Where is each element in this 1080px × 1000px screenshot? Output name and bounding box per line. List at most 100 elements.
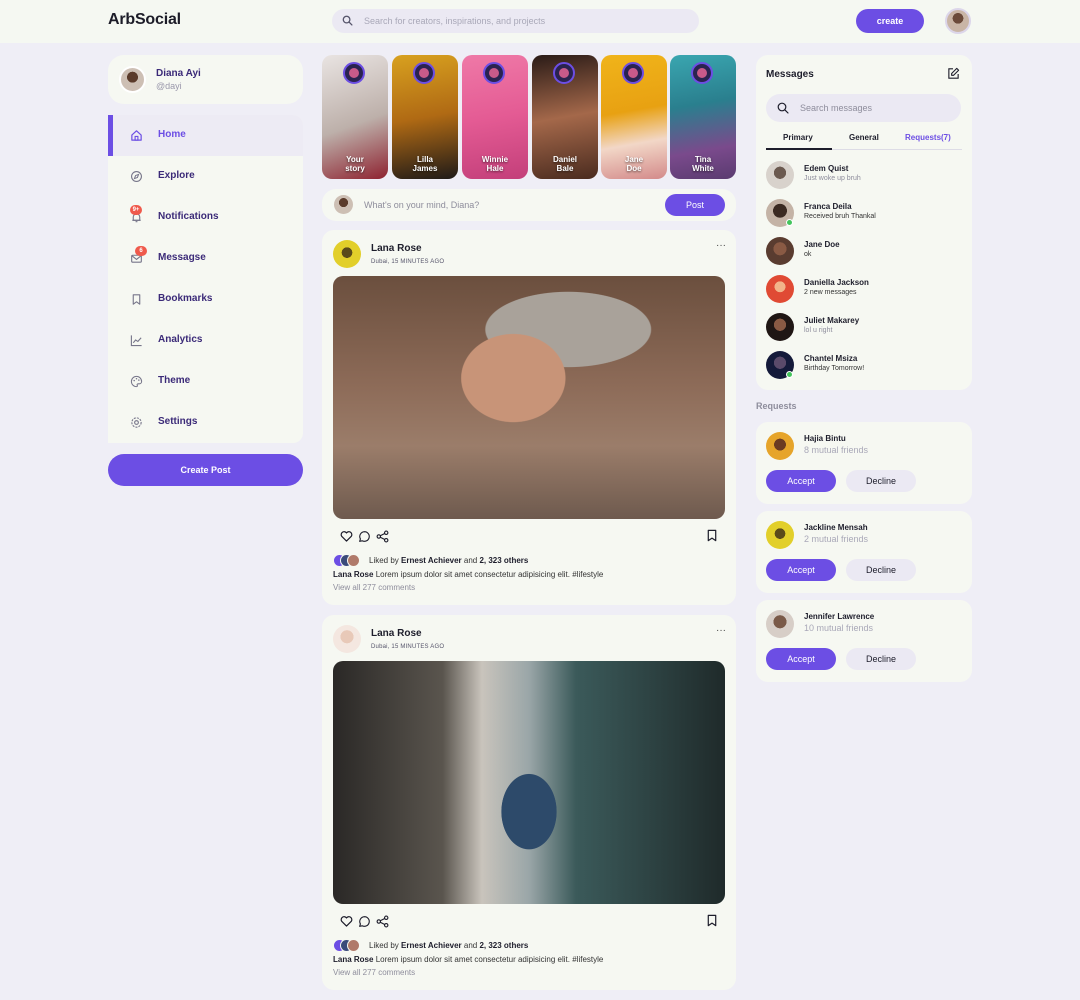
- message-search-input[interactable]: [800, 100, 950, 116]
- story-card[interactable]: Lilla James: [392, 55, 458, 179]
- request-avatar[interactable]: [766, 610, 794, 638]
- sidebar-item-label: Messagse: [158, 252, 206, 263]
- sidebar-item-label: Settings: [158, 416, 198, 427]
- story-card[interactable]: Winnie Hale: [462, 55, 528, 179]
- user-avatar[interactable]: [945, 8, 971, 34]
- edit-icon[interactable]: [947, 67, 960, 80]
- feed-post: Lana Rose Dubai, 15 MINUTES AGO ··· Like…: [322, 615, 736, 990]
- more-options-icon[interactable]: ···: [716, 625, 726, 636]
- notification-badge: 9+: [130, 205, 142, 215]
- sidebar-item-notifications[interactable]: 9+ Notifications: [108, 197, 303, 238]
- app-logo[interactable]: ArbSocial: [108, 11, 181, 29]
- active-tab-indicator: [766, 148, 832, 150]
- tab-general[interactable]: General: [849, 133, 879, 142]
- message-preview: 2 new messages: [804, 289, 857, 296]
- accept-button[interactable]: Accept: [766, 470, 836, 492]
- post-location: Dubai, 15 MINUTES AGO: [371, 259, 445, 265]
- decline-button[interactable]: Decline: [846, 470, 916, 492]
- tab-primary[interactable]: Primary: [783, 133, 813, 142]
- message-avatar: [766, 161, 794, 189]
- liked-by-name[interactable]: Ernest Achiever: [401, 556, 462, 565]
- message-item[interactable]: Daniella Jackson 2 new messages: [766, 275, 962, 305]
- post-photo[interactable]: [333, 276, 725, 519]
- share-icon[interactable]: [376, 530, 389, 543]
- request-avatar[interactable]: [766, 432, 794, 460]
- story-name: Your story: [345, 155, 365, 173]
- profile-card[interactable]: Diana Ayi @dayi: [108, 55, 303, 104]
- decline-button[interactable]: Decline: [846, 648, 916, 670]
- message-item[interactable]: Jane Doe ok: [766, 237, 962, 267]
- post-author-avatar[interactable]: [333, 240, 361, 268]
- post-photo[interactable]: [333, 661, 725, 904]
- post-author-name[interactable]: Lana Rose: [371, 628, 422, 639]
- message-item[interactable]: Franca Deila Received bruh Thankal: [766, 199, 962, 229]
- sidebar-item-explore[interactable]: Explore: [108, 156, 303, 197]
- post-author-avatar[interactable]: [333, 625, 361, 653]
- request-name[interactable]: Hajia Bintu: [804, 434, 846, 443]
- liker-avatars: [333, 939, 363, 953]
- liked-by-text: Liked by Ernest Achiever and 2, 323 othe…: [369, 941, 529, 950]
- message-preview: Birthday Tomorrow!: [804, 365, 865, 372]
- create-button[interactable]: create: [856, 9, 924, 33]
- accept-button[interactable]: Accept: [766, 648, 836, 670]
- message-avatar: [766, 237, 794, 265]
- composer-input[interactable]: [364, 197, 654, 213]
- liked-others[interactable]: 2, 323 others: [479, 941, 528, 950]
- post-button[interactable]: Post: [665, 194, 725, 216]
- search-icon: [342, 15, 353, 26]
- story-card[interactable]: Jane Doe: [601, 55, 667, 179]
- like-icon[interactable]: [340, 915, 353, 927]
- sidebar-item-label: Analytics: [158, 334, 203, 345]
- like-icon[interactable]: [340, 530, 353, 542]
- view-comments-link[interactable]: View all 277 comments: [333, 583, 415, 592]
- comment-icon[interactable]: [358, 530, 371, 543]
- message-item[interactable]: Chantel Msiza Birthday Tomorrow!: [766, 351, 962, 381]
- online-indicator: [786, 219, 793, 226]
- bookmark-icon[interactable]: [706, 914, 718, 927]
- profile-handle: @dayi: [156, 81, 182, 91]
- liked-others[interactable]: 2, 323 others: [479, 556, 528, 565]
- story-card[interactable]: Daniel Bale: [532, 55, 598, 179]
- message-badge: 6: [135, 246, 147, 256]
- message-sender: Franca Deila: [804, 202, 852, 211]
- decline-button[interactable]: Decline: [846, 559, 916, 581]
- sidebar-item-messages[interactable]: 6 Messagse: [108, 238, 303, 279]
- request-name[interactable]: Jackline Mensah: [804, 523, 868, 532]
- sidebar-item-bookmarks[interactable]: Bookmarks: [108, 279, 303, 320]
- search-input[interactable]: [364, 12, 684, 30]
- bookmark-icon: [132, 294, 141, 305]
- message-item[interactable]: Juliet Makarey lol u right: [766, 313, 962, 343]
- liked-by-name[interactable]: Ernest Achiever: [401, 941, 462, 950]
- share-icon[interactable]: [376, 915, 389, 928]
- message-search[interactable]: [766, 94, 961, 122]
- profile-name: Diana Ayi: [156, 68, 201, 79]
- message-item[interactable]: Edem Quist Just woke up bruh: [766, 161, 962, 191]
- message-sender: Edem Quist: [804, 164, 849, 173]
- sidebar-item-analytics[interactable]: Analytics: [108, 320, 303, 361]
- mutual-friends: 2 mutual friends: [804, 534, 869, 544]
- sidebar-item-theme[interactable]: Theme: [108, 361, 303, 402]
- message-avatar: [766, 313, 794, 341]
- accept-button[interactable]: Accept: [766, 559, 836, 581]
- view-comments-link[interactable]: View all 277 comments: [333, 968, 415, 977]
- message-sender: Juliet Makarey: [804, 316, 860, 325]
- request-avatar[interactable]: [766, 521, 794, 549]
- request-name[interactable]: Jennifer Lawrence: [804, 612, 874, 621]
- story-avatar: [691, 62, 713, 84]
- tab-requests[interactable]: Requests(7): [905, 133, 951, 142]
- home-icon: [131, 130, 142, 141]
- global-search[interactable]: [332, 9, 699, 33]
- top-bar: ArbSocial create: [0, 0, 1080, 43]
- story-card[interactable]: Tina White: [670, 55, 736, 179]
- post-author-name[interactable]: Lana Rose: [371, 243, 422, 254]
- sidebar: Home Explore 9+ Notifications 6 Messagse…: [108, 115, 303, 443]
- requests-title: Requests: [756, 401, 797, 411]
- story-avatar: [622, 62, 644, 84]
- bookmark-icon[interactable]: [706, 529, 718, 542]
- sidebar-item-home[interactable]: Home: [108, 115, 303, 156]
- more-options-icon[interactable]: ···: [716, 240, 726, 251]
- sidebar-item-settings[interactable]: Settings: [108, 402, 303, 443]
- comment-icon[interactable]: [358, 915, 371, 928]
- story-card[interactable]: Your story: [322, 55, 388, 179]
- create-post-button[interactable]: Create Post: [108, 454, 303, 486]
